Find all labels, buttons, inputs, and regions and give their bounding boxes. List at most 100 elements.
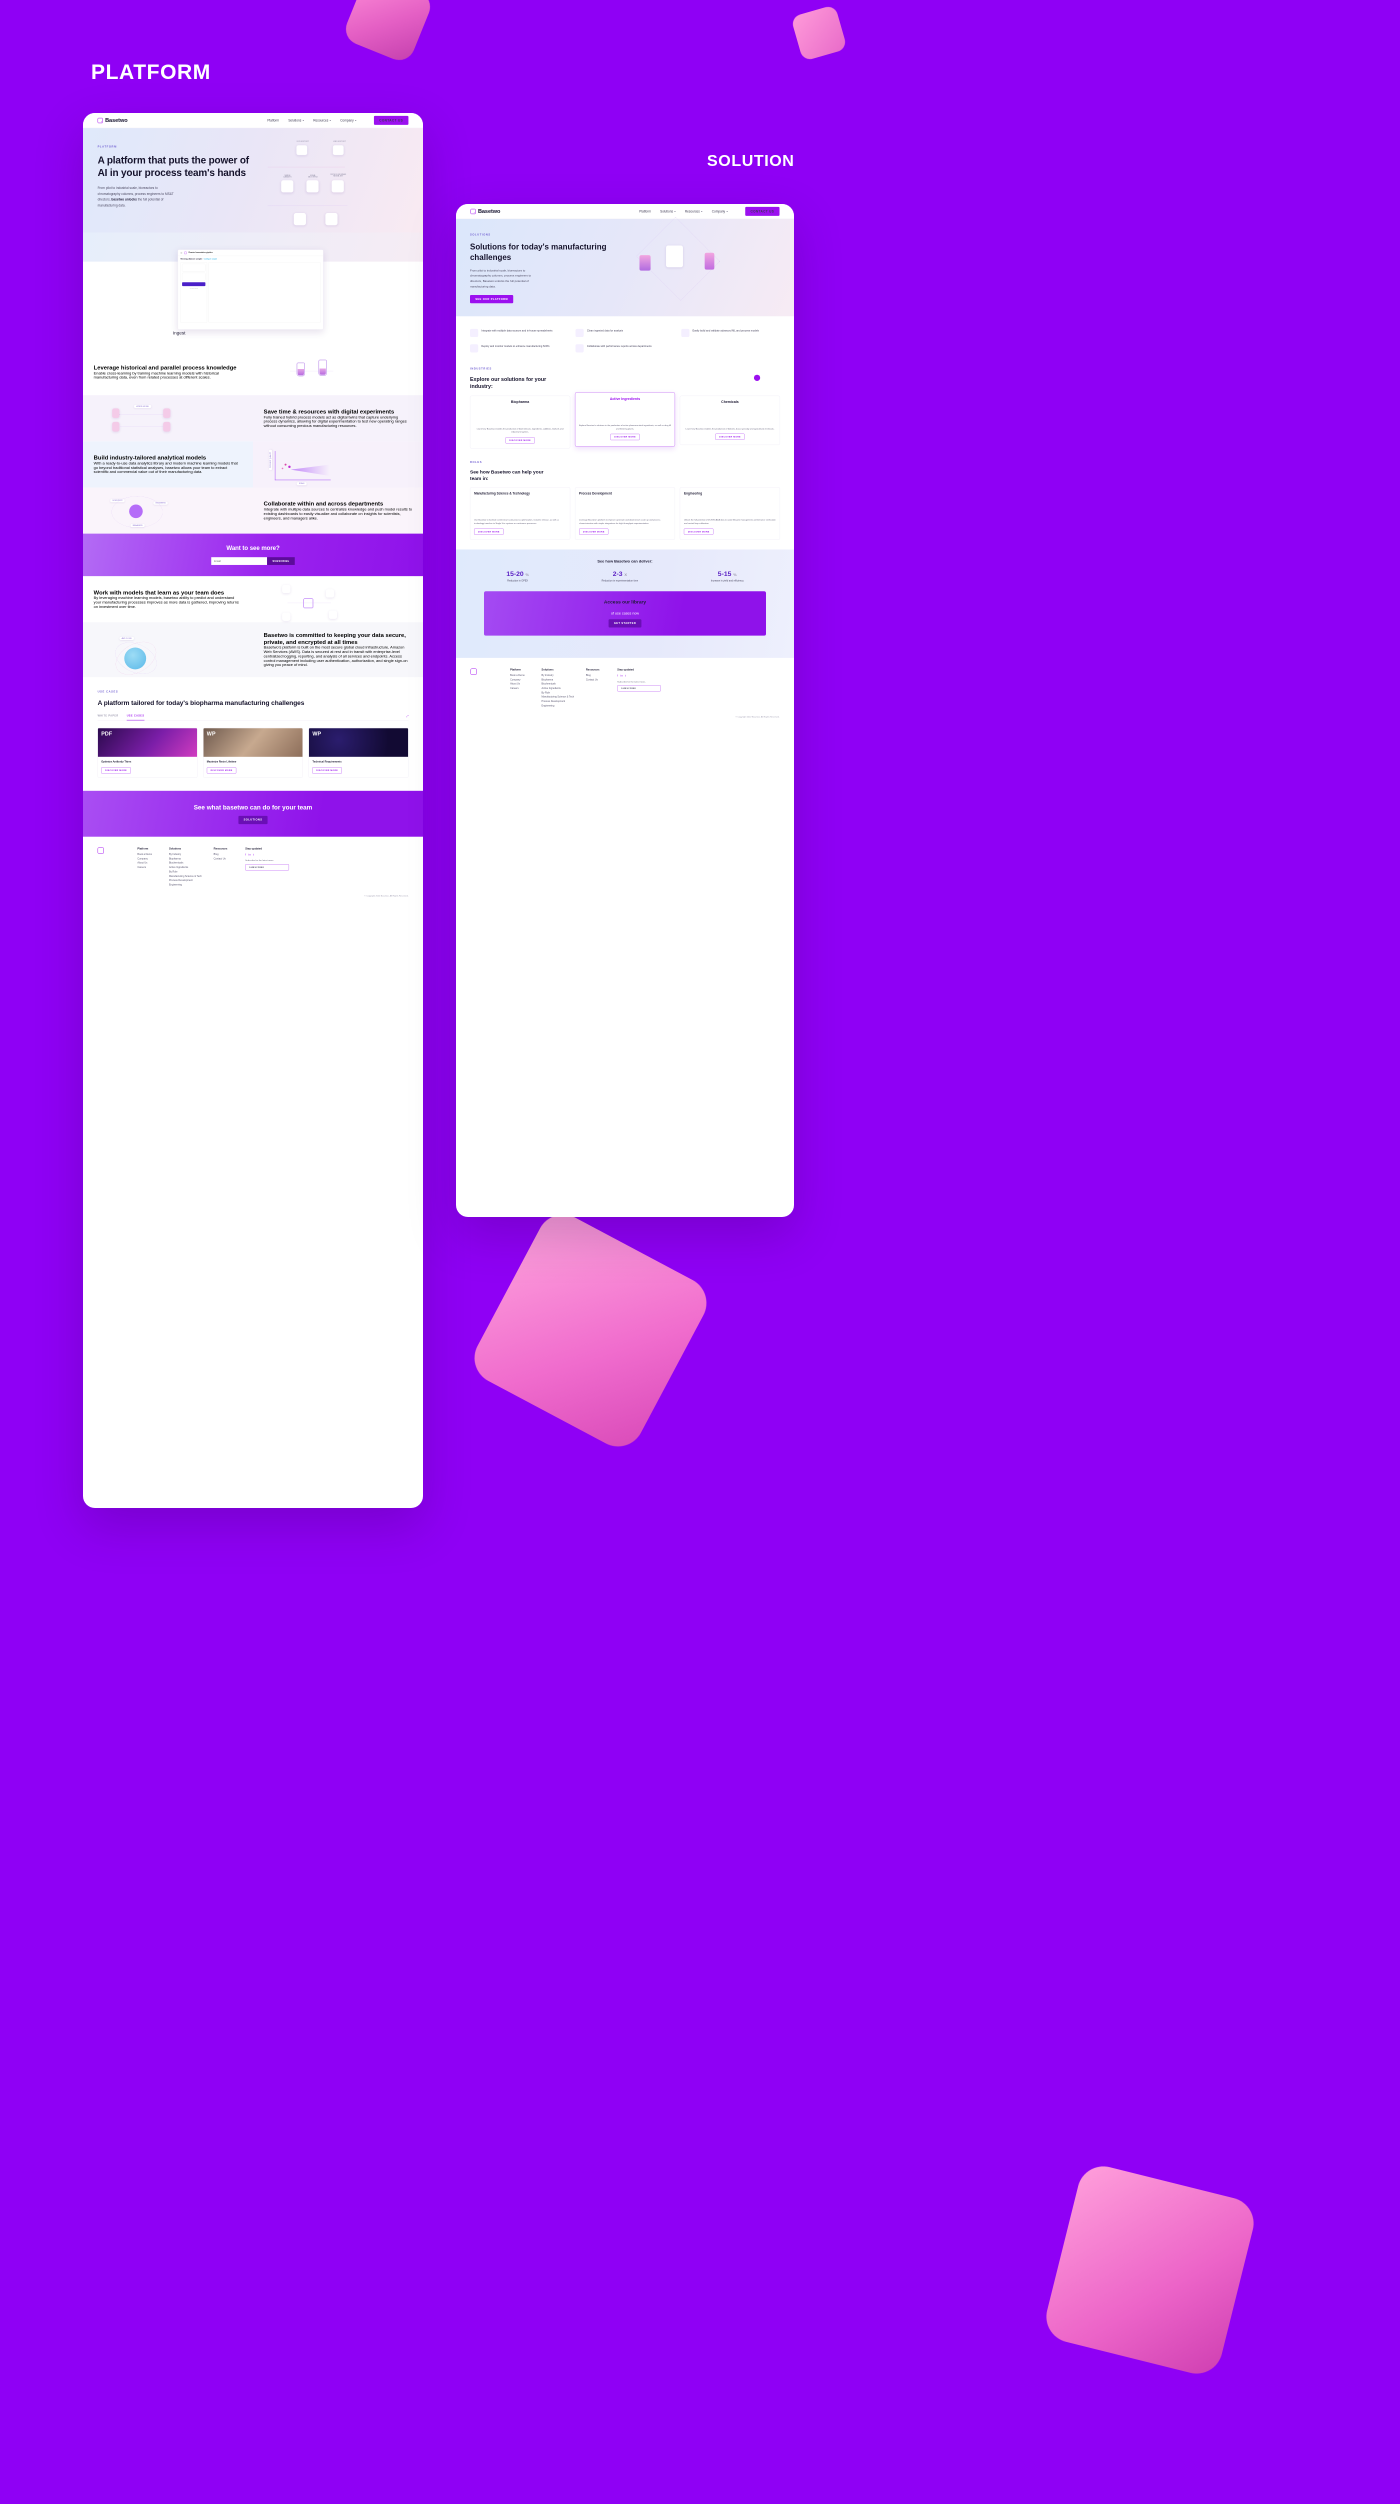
footer-link[interactable]: Book a Demo <box>137 853 160 856</box>
footer-link[interactable]: Contact Us <box>586 678 609 681</box>
nav-item-company[interactable]: Company <box>340 119 357 122</box>
footer-link[interactable]: About Us <box>137 862 160 865</box>
footer-link[interactable]: Engineering <box>169 883 205 886</box>
footer-link[interactable]: By Industry <box>169 853 205 856</box>
discover-more-button[interactable]: DISCOVER MORE <box>579 528 609 535</box>
industry-card-active-ingredients[interactable]: Active Ingredients Explore Basetwo's sol… <box>574 392 676 447</box>
twitter-icon[interactable]: t <box>625 674 626 677</box>
footer-link[interactable]: Active Ingredients <box>169 866 205 869</box>
solutions-button[interactable]: SOLUTIONS <box>238 815 268 824</box>
footer-link[interactable]: Process Development <box>169 879 205 882</box>
role-card-process-development[interactable]: Process Development Leverage Basetwo's p… <box>574 487 676 540</box>
nav-item-platform[interactable]: Platform <box>267 119 279 123</box>
stat-item: 5-15 % Increase in yield and efficiency <box>710 569 744 583</box>
chevron-down-icon <box>674 210 676 212</box>
chevron-down-icon <box>329 119 331 121</box>
discover-more-button[interactable]: DISCOVER MORE <box>206 767 237 774</box>
industry-card-chemicals[interactable]: Chemicals Learn how Basetwo enables the … <box>679 395 781 446</box>
tab-white-paper[interactable]: WHITE PAPER <box>98 714 119 720</box>
facebook-icon[interactable]: f <box>617 674 618 677</box>
feature-row: SCIENTISTS ENGINEERS MANAGERS Collaborat… <box>83 487 423 534</box>
feature-illustration: SCIENTISTS ENGINEERS MANAGERS <box>83 487 253 533</box>
contact-us-button[interactable]: CONTACT US <box>373 115 409 125</box>
footer-subscribe-button[interactable]: SUBSCRIBE <box>245 864 289 871</box>
footer-link[interactable]: Biopharma <box>541 678 577 681</box>
footer-link[interactable]: By Role <box>169 870 205 873</box>
discover-more-button[interactable]: DISCOVER MORE <box>683 528 714 535</box>
footer-link[interactable]: Active Ingredients <box>541 687 577 690</box>
decor-cube <box>465 1205 716 1456</box>
twitter-icon[interactable]: t <box>253 853 254 856</box>
nav-item-solutions[interactable]: Solutions <box>660 210 676 213</box>
brand-logo[interactable]: Basetwo <box>470 208 500 215</box>
chevron-down-icon <box>726 210 728 212</box>
nav-links: Platform Solutions Resources Company CON… <box>639 206 780 216</box>
hero-title: Solutions for today's manufacturing chal… <box>470 242 607 262</box>
use-cases-tabs: WHITE PAPER USE CASES ⤢ <box>97 714 408 721</box>
nav-item-resources[interactable]: Resources <box>313 119 331 122</box>
discover-more-button[interactable]: DISCOVER MORE <box>101 767 131 774</box>
discover-more-button[interactable]: DISCOVER MORE <box>312 767 342 774</box>
footer-link[interactable]: Blog <box>586 674 609 677</box>
brand-logo[interactable]: Basetwo <box>97 117 128 124</box>
footer-link[interactable]: Manufacturing Science & Tech <box>169 875 205 878</box>
footer-link[interactable]: Engineering <box>541 704 577 707</box>
industry-illustration <box>474 407 566 424</box>
use-case-card[interactable]: PDF Optimize Antibody Titers DISCOVER MO… <box>97 727 198 778</box>
footer-link[interactable]: Manufacturing Science & Tech <box>541 696 577 699</box>
footer-link[interactable]: By Industry <box>541 674 577 677</box>
footer-link[interactable]: Biochemicals <box>169 862 205 865</box>
footer-link[interactable]: Book a Demo <box>510 674 533 677</box>
role-illustration <box>684 498 776 515</box>
use-case-card[interactable]: WP Technical Requirements DISCOVER MORE <box>308 727 409 778</box>
newsletter-email-input[interactable] <box>211 557 268 565</box>
industry-card-biopharma[interactable]: Biopharma Learn how Basetwo enables the … <box>470 395 571 449</box>
linkedin-icon[interactable]: in <box>620 674 622 677</box>
footer-col-resources: Resources Blog Contact Us <box>586 668 609 708</box>
nav-item-resources[interactable]: Resources <box>685 210 703 213</box>
role-card-mst[interactable]: Manufacturing Science & Technology Use B… <box>470 487 571 540</box>
discover-more-button[interactable]: DISCOVER MORE <box>474 528 504 535</box>
nav-item-company[interactable]: Company <box>712 210 728 213</box>
use-case-card[interactable]: WP Maximize Resin Lifetime DISCOVER MORE <box>203 727 303 778</box>
carousel-next-button[interactable] <box>753 374 761 381</box>
nav-item-platform[interactable]: Platform <box>639 210 651 214</box>
linkedin-icon[interactable]: in <box>248 853 250 856</box>
footer-link[interactable]: Contact Us <box>214 857 237 860</box>
platform-hero: PLATFORM A platform that puts the power … <box>83 128 423 235</box>
footer-link[interactable]: Biochemicals <box>541 683 577 686</box>
role-card-engineering[interactable]: Engineering Unlock the full potential of… <box>679 487 781 540</box>
decor-cube <box>1040 2160 1260 2380</box>
discover-more-button[interactable]: DISCOVER MORE <box>715 433 745 440</box>
roles-header: ROLES See how Basetwo can help your team… <box>456 458 794 487</box>
library-cta-subtitle: of use cases now <box>611 611 639 616</box>
footer-link[interactable]: Blog <box>214 853 237 856</box>
hero-illustration <box>625 216 794 316</box>
expand-icon[interactable]: ⤢ <box>406 714 408 720</box>
discover-more-button[interactable]: DISCOVER MORE <box>505 437 535 444</box>
card-title: Technical Requirements <box>312 760 342 764</box>
nav-item-solutions[interactable]: Solutions <box>288 119 304 122</box>
discover-more-button[interactable]: DISCOVER MORE <box>610 433 640 441</box>
tab-use-cases[interactable]: USE CASES <box>126 714 145 721</box>
footer-link[interactable]: Process Development <box>541 700 577 703</box>
footer-link[interactable]: Careers <box>137 866 160 869</box>
footer-link[interactable]: Company <box>137 857 160 860</box>
use-cases-title: A platform tailored for today's biopharm… <box>97 699 305 707</box>
footer-link[interactable]: Careers <box>510 687 533 690</box>
copyright: © Copyright 2022 Basetwo. All Rights Res… <box>735 715 780 718</box>
get-started-button[interactable]: GET STARTED <box>608 619 642 628</box>
footer-link[interactable]: Biopharma <box>169 857 205 860</box>
facebook-icon[interactable]: f <box>245 853 246 856</box>
see-our-platform-button[interactable]: SEE OUR PLATFORM <box>470 294 514 304</box>
footer-link[interactable]: Company <box>510 678 533 681</box>
hero-eyebrow: SOLUTIONS <box>470 233 491 237</box>
solution-page-mockup: Basetwo Platform Solutions Resources Com… <box>456 204 794 1217</box>
solution-feature: Clean ingested data for analysis <box>575 328 675 337</box>
footer-link[interactable]: About Us <box>510 683 533 686</box>
footer-subscribe-button[interactable]: SUBSCRIBE <box>617 685 661 692</box>
footer-link[interactable]: By Role <box>541 691 577 694</box>
newsletter-subscribe-button[interactable]: SUBSCRIBE <box>267 557 295 565</box>
footer-col-resources: Resources Blog Contact Us <box>214 847 237 888</box>
contact-us-button[interactable]: CONTACT US <box>745 206 780 216</box>
